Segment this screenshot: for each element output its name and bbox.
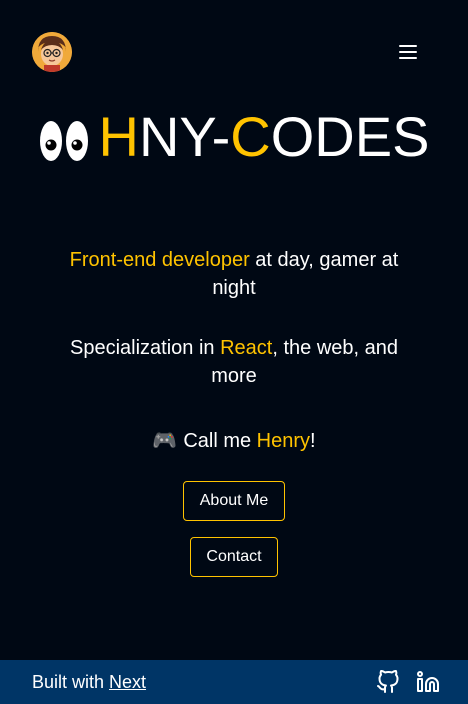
gamepad-icon: 🎮 [152,430,178,452]
tagline-specialization: Specialization in React, the web, and mo… [50,334,418,390]
built-with: Built with Next [32,672,146,693]
built-with-prefix: Built with [32,671,110,692]
next-link[interactable]: Next [109,672,146,692]
logo-part-1: NY- [138,105,231,168]
avatar-image [32,32,72,72]
about-me-button[interactable]: About Me [183,481,285,521]
avatar[interactable] [32,32,72,72]
hamburger-menu-icon[interactable] [396,40,420,64]
logo-letter-c: C [230,105,271,168]
tagline-role: Front-end developer at day, gamer at nig… [50,246,418,302]
call-me-name: Henry [256,430,311,452]
linkedin-icon[interactable] [416,670,440,694]
logo-letter-h: H [98,105,139,168]
call-me-suffix: ! [310,430,316,452]
call-me-prefix: Call me [183,430,257,452]
logo-text: HNY-CODES [99,104,430,170]
eyes-icon [39,121,88,161]
tagline-role-highlight: Front-end developer [69,249,250,271]
contact-button[interactable]: Contact [190,537,278,577]
social-links [376,670,440,694]
github-icon[interactable] [376,670,400,694]
call-me-line: 🎮 Call me Henry! [0,426,468,456]
tagline-spec-highlight: React [220,337,273,359]
logo-part-2: ODES [270,105,430,168]
tagline-spec-prefix: Specialization in [70,337,221,359]
footer: Built with Next [0,660,468,704]
site-logo: HNY-CODES [0,104,468,170]
